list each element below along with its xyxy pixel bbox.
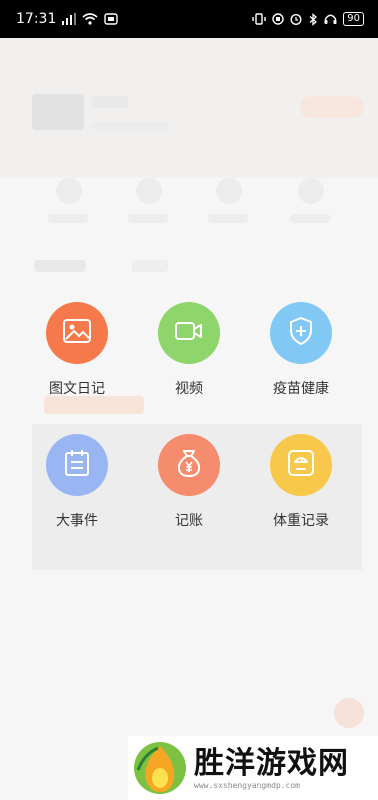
- menu-item-circle: [158, 302, 220, 364]
- menu-item-label: 图文日记: [49, 381, 105, 397]
- menu-item-label: 体重记录: [273, 513, 329, 529]
- watermark-logo: [132, 740, 188, 796]
- menu-item-big-event[interactable]: 大事件: [22, 434, 132, 530]
- calendar-icon: [64, 449, 90, 481]
- quick-action-menu: 图文日记 视频 疫苗健康 大事件 记账 体重记录: [0, 0, 378, 800]
- menu-item-circle: [46, 302, 108, 364]
- shield-plus-icon: [288, 316, 314, 350]
- menu-item-label: 疫苗健康: [273, 381, 329, 397]
- menu-item-circle: [46, 434, 108, 496]
- watermark-title: 胜洋游戏网: [194, 745, 349, 781]
- menu-item-circle: [158, 434, 220, 496]
- menu-item-label: 视频: [175, 381, 203, 397]
- money-bag-icon: [176, 448, 202, 482]
- menu-item-video[interactable]: 视频: [134, 302, 244, 398]
- menu-item-photo-diary[interactable]: 图文日记: [22, 302, 132, 398]
- menu-item-label: 大事件: [56, 513, 98, 529]
- menu-item-label: 记账: [175, 513, 203, 529]
- menu-item-weight-record[interactable]: 体重记录: [246, 434, 356, 530]
- menu-item-bookkeeping[interactable]: 记账: [134, 434, 244, 530]
- image-icon: [62, 318, 92, 348]
- watermark-banner: 胜洋游戏网 www.sxshengyangmdp.com: [128, 736, 378, 800]
- watermark-url: www.sxshengyangmdp.com: [194, 780, 300, 790]
- menu-item-circle: [270, 434, 332, 496]
- menu-item-circle: [270, 302, 332, 364]
- menu-item-vaccine-health[interactable]: 疫苗健康: [246, 302, 356, 398]
- video-camera-icon: [174, 320, 204, 346]
- scale-icon: [287, 449, 315, 481]
